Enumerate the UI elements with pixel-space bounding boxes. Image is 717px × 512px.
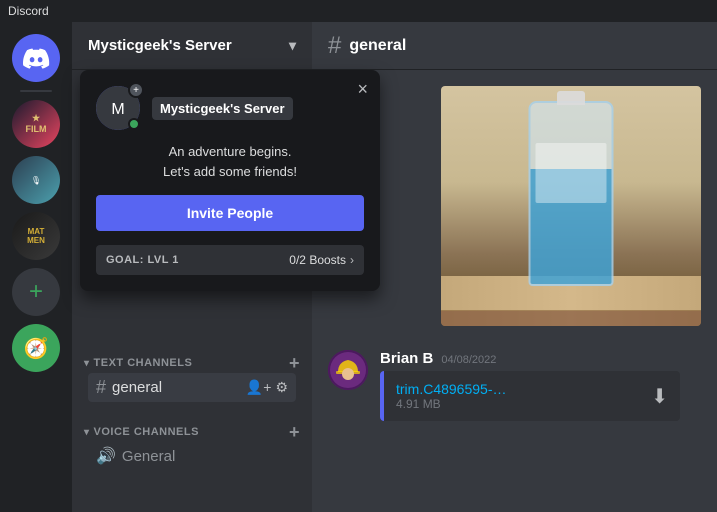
channel-sidebar: Mysticgeek's Server ▾ × M + Mysticgeek's… <box>72 22 312 512</box>
hash-icon: # <box>96 377 106 398</box>
add-voice-channel-button[interactable]: + <box>289 423 300 441</box>
app-container: ★FILM 🎙 MATMEN + 🧭 Mysticgeek's Server <box>0 22 717 512</box>
voice-channels-chevron-icon: ▾ <box>84 427 90 438</box>
chat-image <box>441 86 701 326</box>
server-icon-movie[interactable]: ★FILM <box>12 100 60 148</box>
text-channels-category: ▾ TEXT CHANNELS + # general 👤+ ⚙ <box>72 338 312 407</box>
text-channels-label: TEXT CHANNELS <box>94 357 193 369</box>
server-name: Mysticgeek's Server <box>88 37 232 54</box>
popup-server-name-badge: Mysticgeek's Server <box>152 97 293 120</box>
chat-header: # general <box>312 22 717 70</box>
settings-channel-icon[interactable]: ⚙ <box>275 379 288 396</box>
message-meta: Brian B 04/08/2022 <box>380 350 701 367</box>
channel-item-voice-general[interactable]: 🔊 General <box>88 442 296 470</box>
download-icon[interactable]: ⬇ <box>651 384 668 409</box>
boost-goal-label: GOAL: LVL 1 <box>106 254 179 266</box>
chat-header-channel-name: general <box>349 37 406 55</box>
popup-close-button[interactable]: × <box>357 80 368 98</box>
title-bar: Discord <box>0 0 717 22</box>
channel-list: ▾ TEXT CHANNELS + # general 👤+ ⚙ <box>72 330 312 512</box>
server-popup: × M + Mysticgeek's Server An adventure b… <box>80 70 380 291</box>
server-divider <box>20 90 52 92</box>
server-list: ★FILM 🎙 MATMEN + 🧭 <box>0 22 72 512</box>
voice-channels-header[interactable]: ▾ VOICE CHANNELS + <box>80 423 304 441</box>
channel-item-general[interactable]: # general 👤+ ⚙ <box>88 373 296 402</box>
speaker-icon: 🔊 <box>96 446 116 466</box>
popup-server-avatar: M + <box>96 86 140 130</box>
chat-image-container <box>328 86 701 326</box>
voice-channel-name: General <box>122 448 175 465</box>
file-name: trim.C4896595-… <box>396 381 641 397</box>
server-icon-mat[interactable]: MATMEN <box>12 212 60 260</box>
svg-text:M: M <box>111 101 124 118</box>
file-size: 4.91 MB <box>396 397 641 411</box>
online-indicator <box>128 118 140 130</box>
text-channels-chevron-icon: ▾ <box>84 358 90 369</box>
channel-actions: 👤+ ⚙ <box>246 379 288 396</box>
message-author: Brian B <box>380 350 433 367</box>
popup-description: An adventure begins. Let's add some frie… <box>96 142 364 181</box>
popup-plus-icon: + <box>128 82 144 98</box>
text-channels-header[interactable]: ▾ TEXT CHANNELS + <box>80 354 304 372</box>
explore-servers-button[interactable]: 🧭 <box>12 324 60 372</box>
boost-goal-row[interactable]: GOAL: LVL 1 0/2 Boosts › <box>96 245 364 275</box>
boost-chevron-icon: › <box>350 253 354 267</box>
add-server-button[interactable]: + <box>12 268 60 316</box>
server-chevron-icon: ▾ <box>289 37 296 54</box>
server-icon-podcast[interactable]: 🎙 <box>12 156 60 204</box>
server-header[interactable]: Mysticgeek's Server ▾ <box>72 22 312 70</box>
message-row: Brian B 04/08/2022 trim.C4896595-… 4.91 … <box>328 350 701 421</box>
app-title: Discord <box>8 4 49 18</box>
add-text-channel-button[interactable]: + <box>289 354 300 372</box>
popup-server-info: M + Mysticgeek's Server <box>96 86 364 130</box>
message-avatar <box>328 350 368 390</box>
user-avatar-image <box>328 350 368 390</box>
chat-header-hash-icon: # <box>328 32 341 60</box>
invite-channel-icon[interactable]: 👤+ <box>246 379 272 396</box>
message-timestamp: 04/08/2022 <box>441 354 496 366</box>
voice-channels-label: VOICE CHANNELS <box>94 426 199 438</box>
boost-goal-value: 0/2 Boosts › <box>289 253 354 267</box>
invite-people-button[interactable]: Invite People <box>96 195 364 231</box>
server-icon-home[interactable] <box>12 34 60 82</box>
voice-channels-category: ▾ VOICE CHANNELS + 🔊 General <box>72 407 312 475</box>
file-info: trim.C4896595-… 4.91 MB <box>396 381 641 411</box>
message-content: Brian B 04/08/2022 trim.C4896595-… 4.91 … <box>380 350 701 421</box>
channel-name-general: general <box>112 379 162 396</box>
file-attachment[interactable]: trim.C4896595-… 4.91 MB ⬇ <box>380 371 680 421</box>
